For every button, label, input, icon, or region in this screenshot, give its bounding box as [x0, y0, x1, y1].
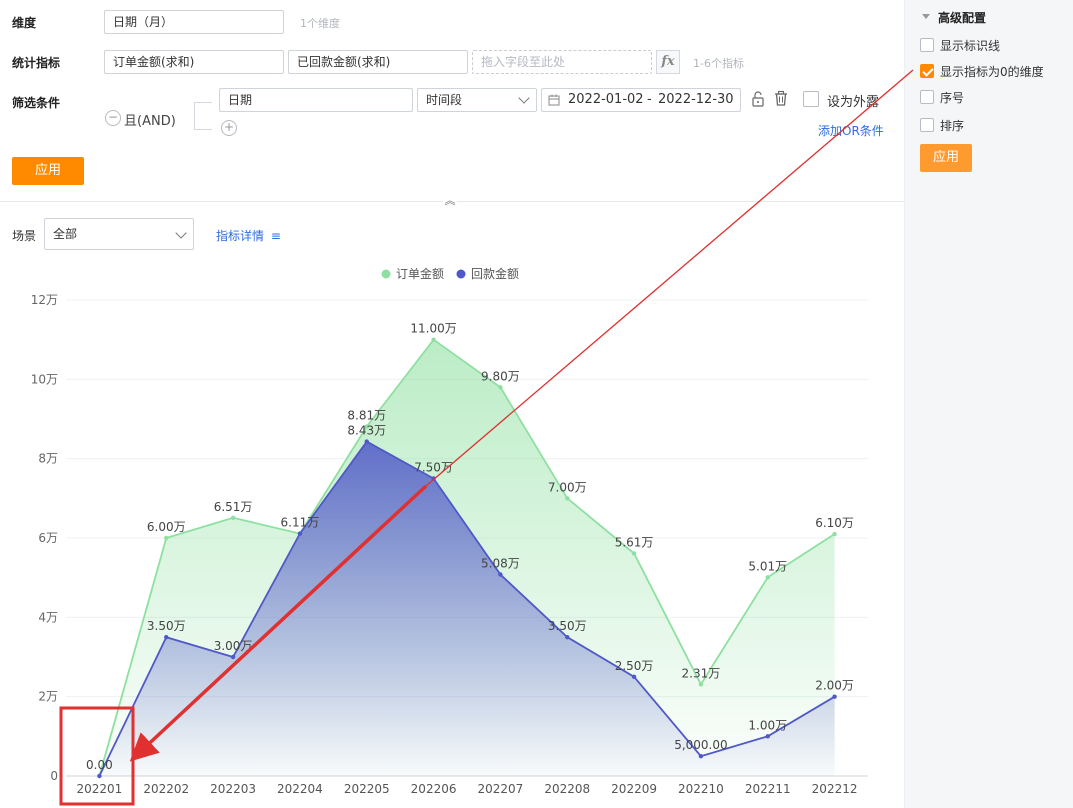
x-tick-label: 202209	[611, 782, 657, 796]
data-point	[631, 551, 637, 556]
data-label: 8.81万	[347, 409, 386, 423]
legend-label: 回款金额	[471, 266, 519, 281]
data-label: 6.00万	[147, 520, 186, 534]
data-point	[164, 634, 169, 640]
data-point	[832, 531, 837, 537]
y-tick-label: 8万	[38, 452, 58, 466]
data-label: 3.50万	[548, 619, 587, 633]
y-tick-label: 6万	[38, 531, 58, 545]
chart-series	[97, 337, 837, 779]
data-point	[498, 385, 503, 390]
legend-label: 订单金额	[396, 266, 444, 281]
y-tick-label: 4万	[38, 610, 58, 624]
data-label: 8.43万	[347, 424, 386, 438]
data-label: 5.61万	[615, 535, 654, 549]
x-tick-label: 202202	[143, 782, 189, 796]
x-tick-label: 202211	[745, 782, 791, 796]
data-label: 11.00万	[410, 322, 456, 336]
x-tick-label: 202207	[478, 782, 524, 796]
data-point	[698, 753, 704, 759]
data-point	[565, 634, 570, 640]
data-label: 9.80万	[481, 369, 520, 383]
data-label: 3.50万	[147, 619, 186, 633]
data-point	[431, 337, 436, 342]
x-tick-label: 202203	[210, 782, 256, 796]
x-tick-label: 202210	[678, 782, 724, 796]
data-point	[230, 654, 236, 660]
data-label: 2.00万	[815, 679, 854, 693]
data-label: 6.51万	[214, 500, 253, 514]
data-label: 7.00万	[548, 480, 587, 494]
data-label: 6.10万	[815, 516, 854, 530]
data-label: 6.11万	[281, 516, 320, 530]
data-point	[565, 496, 570, 501]
x-tick-label: 202204	[277, 782, 323, 796]
data-label: 5.01万	[748, 559, 787, 573]
data-label: 5,000.00	[674, 738, 727, 752]
data-point	[832, 694, 837, 699]
data-point	[765, 575, 770, 580]
data-label: 0.00	[86, 758, 113, 772]
x-tick-label: 202206	[411, 782, 457, 796]
data-point	[631, 674, 637, 680]
data-point	[164, 535, 169, 541]
data-label: 1.00万	[748, 718, 787, 732]
data-point	[698, 682, 704, 687]
x-tick-label: 202212	[812, 782, 858, 796]
x-tick-label: 202201	[77, 782, 123, 796]
data-point	[498, 572, 503, 577]
y-tick-label: 10万	[31, 372, 58, 386]
data-point	[97, 773, 102, 779]
data-point	[364, 439, 369, 444]
y-tick-label: 0	[50, 769, 58, 783]
data-label: 2.50万	[615, 659, 654, 673]
y-axis: 0 2万 4万 6万 8万 10万 12万	[31, 293, 58, 783]
area-chart: 订单金额 回款金额 02万4万6万8万10万12万 202201 202202 202…	[31, 69, 914, 806]
data-point	[230, 515, 236, 520]
x-axis: 202201 202202 202203 202204 202205 202206 2022…	[77, 782, 858, 796]
chart-legend[interactable]: 订单金额 回款金额	[381, 266, 520, 281]
data-point	[297, 531, 303, 536]
x-tick-label: 202205	[344, 782, 390, 796]
legend-marker	[456, 269, 466, 279]
data-label: 2.31万	[682, 666, 721, 680]
data-label: 5.08万	[481, 556, 520, 570]
data-point	[765, 734, 770, 739]
y-tick-label: 12万	[31, 293, 58, 307]
y-tick-label: 2万	[38, 690, 58, 704]
legend-marker	[381, 269, 391, 279]
x-tick-label: 202208	[544, 782, 590, 796]
